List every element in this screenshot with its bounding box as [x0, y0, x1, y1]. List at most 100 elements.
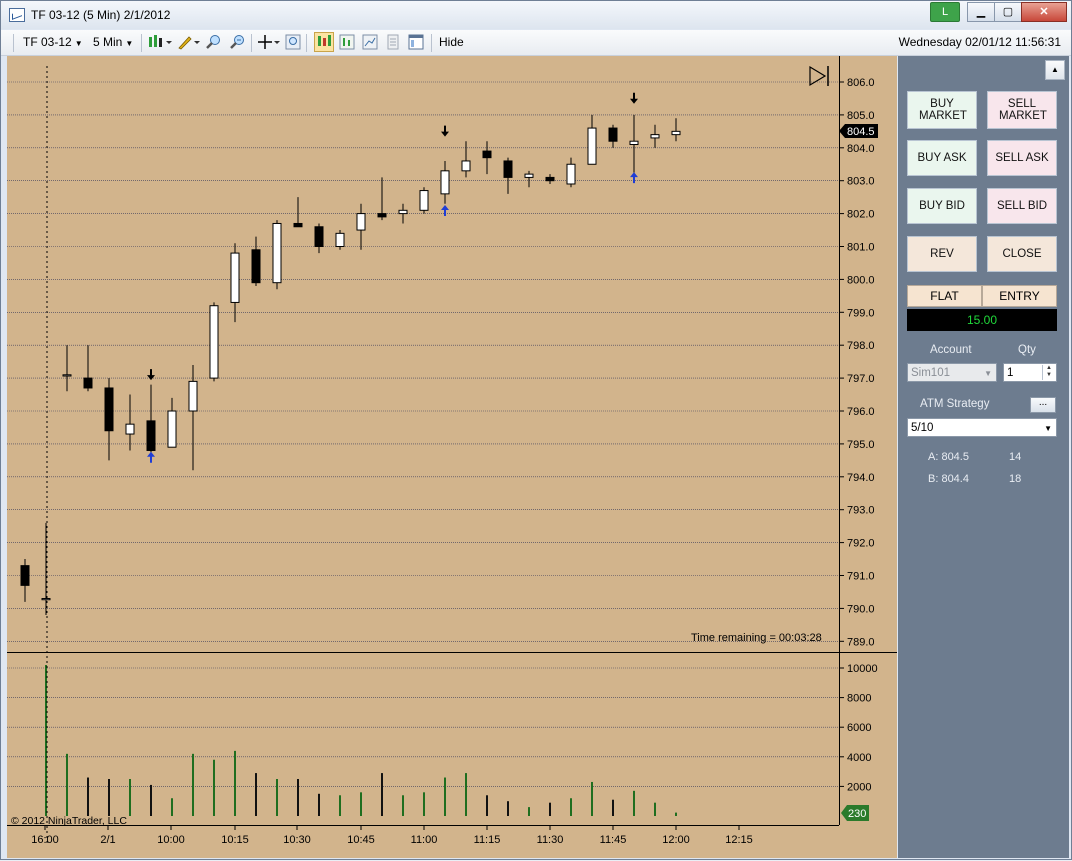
account-selector[interactable]: Sim101 ▼ — [907, 363, 997, 382]
minimize-button[interactable]: ▁ — [967, 2, 995, 22]
time-tick-label: 10:45 — [347, 834, 375, 846]
price-tick-label: 792.0 — [847, 538, 875, 550]
time-tick-label: 10:00 — [157, 834, 185, 846]
atm-more-button[interactable]: ... — [1030, 397, 1056, 413]
last-volume-label: 230 — [848, 808, 866, 820]
candle-body — [335, 232, 345, 247]
sell-bid-button[interactable]: SELL BID — [987, 188, 1057, 224]
toolbar-separator — [141, 34, 142, 52]
candle-body — [125, 423, 135, 435]
volume-bar — [549, 802, 551, 816]
indicators-icon[interactable] — [339, 34, 355, 50]
price-tick-label: 805.0 — [847, 110, 875, 122]
time-tick-label: 16:00 — [31, 834, 59, 846]
pnl-value: 15.00 — [907, 309, 1057, 331]
chart-style-icon[interactable] — [147, 34, 173, 50]
candle-body — [650, 134, 660, 139]
data-box-icon[interactable] — [385, 34, 401, 50]
time-tick-label: 11:15 — [474, 834, 501, 846]
strategies-icon[interactable] — [362, 34, 378, 50]
sell-market-label: SELL MARKET — [999, 98, 1047, 122]
candle-body — [356, 213, 366, 231]
quantity-stepper[interactable]: 1 ▲ ▼ — [1003, 363, 1057, 382]
ask-price-label: A: 804.5 — [928, 451, 969, 463]
volume-bar — [297, 779, 299, 816]
hide-button[interactable]: Hide — [439, 35, 464, 49]
atm-strategy-selector[interactable]: 5/10 ▼ — [907, 418, 1057, 437]
volume-bar — [129, 779, 131, 816]
price-tick-label: 794.0 — [847, 472, 875, 484]
candle-body — [83, 377, 93, 389]
volume-bar — [402, 795, 404, 816]
volume-bar — [87, 777, 89, 816]
candle-body — [209, 305, 219, 379]
buy-ask-button[interactable]: BUY ASK — [907, 140, 977, 176]
volume-bar — [675, 812, 677, 816]
candle-body — [314, 226, 324, 247]
toolbar-separator — [251, 34, 252, 52]
volume-bar — [423, 792, 425, 816]
link-button[interactable]: L — [930, 2, 960, 22]
draw-pencil-icon[interactable] — [177, 34, 201, 50]
buy-market-button[interactable]: BUY MARKET — [907, 91, 977, 129]
chevron-down-icon: ▼ — [1044, 424, 1052, 433]
volume-bar — [276, 779, 278, 816]
candle-body — [671, 130, 681, 136]
time-tick-label: 11:30 — [537, 834, 564, 846]
properties-icon[interactable] — [408, 34, 424, 50]
maximize-button[interactable]: ▢ — [994, 2, 1022, 22]
time-tick-label: 2/1 — [100, 834, 115, 846]
sell-ask-button[interactable]: SELL ASK — [987, 140, 1057, 176]
candle-body — [251, 249, 261, 284]
magnifier-icon[interactable] — [285, 34, 301, 50]
account-value: Sim101 — [911, 367, 950, 379]
spin-arrows-icon[interactable]: ▲ ▼ — [1042, 365, 1055, 380]
volume-bar — [192, 753, 194, 816]
time-remaining: Time remaining = 00:03:28 — [691, 632, 822, 644]
candle-body — [272, 222, 282, 284]
instrument-selector[interactable]: TF 03-12 ▼ — [23, 35, 83, 49]
candle-body — [188, 380, 198, 412]
last-price-marker: 804.5 — [839, 124, 878, 138]
volume-tick-label: 8000 — [847, 693, 871, 705]
position-status-row: FLAT ENTRY — [907, 285, 1057, 307]
position-flat-label: FLAT — [907, 285, 982, 307]
last-price-label: 804.5 — [847, 126, 875, 138]
price-tick-label: 802.0 — [847, 209, 875, 221]
price-tick-label: 798.0 — [847, 340, 875, 352]
price-tick-label: 804.0 — [847, 143, 875, 155]
toolbar-separator — [306, 34, 307, 52]
candle-body — [41, 598, 51, 601]
toolbar-grip — [13, 34, 14, 52]
zoom-in-icon[interactable] — [205, 34, 221, 50]
chart-app-icon — [9, 8, 25, 22]
price-tick-label: 793.0 — [847, 505, 875, 517]
price-tick-label: 791.0 — [847, 571, 875, 583]
atm-strategy-label: ATM Strategy — [920, 398, 990, 410]
price-chart[interactable]: 806.0 805.0 804.0 803.0 802.0 801.0 800.0 799.0… — [7, 56, 897, 858]
ask-size-label: 14 — [1009, 451, 1022, 463]
volume-bar — [213, 759, 215, 816]
title-bar: TF 03-12 (5 Min) 2/1/2012 L ▁ ▢ ✕ — [1, 1, 1071, 29]
chart-trader-icon[interactable] — [314, 32, 334, 52]
panel-scroll-up-button[interactable]: ▲ — [1045, 60, 1065, 80]
buy-bid-button[interactable]: BUY BID — [907, 188, 977, 224]
candle-body — [419, 190, 429, 211]
volume-bar — [570, 798, 572, 816]
sell-market-button[interactable]: SELL MARKET — [987, 91, 1057, 129]
close-window-button[interactable]: ✕ — [1021, 2, 1067, 22]
candle-body — [482, 150, 492, 159]
crosshair-icon[interactable] — [257, 34, 281, 50]
close-position-button[interactable]: CLOSE — [987, 236, 1057, 272]
price-tick-label: 801.0 — [847, 242, 875, 254]
reverse-button[interactable]: REV — [907, 236, 977, 272]
candle-body — [146, 420, 156, 451]
price-tick-label: 806.0 — [847, 77, 875, 89]
chart-canvas[interactable]: 806.0 805.0 804.0 803.0 802.0 801.0 800.0 799.0… — [7, 56, 897, 858]
atm-strategy-value: 5/10 — [911, 422, 934, 434]
candle-body — [20, 565, 30, 586]
volume-bar — [171, 798, 173, 816]
buy-market-label: BUY MARKET — [919, 98, 967, 122]
zoom-out-icon[interactable] — [229, 34, 245, 50]
interval-selector[interactable]: 5 Min ▼ — [93, 35, 133, 49]
